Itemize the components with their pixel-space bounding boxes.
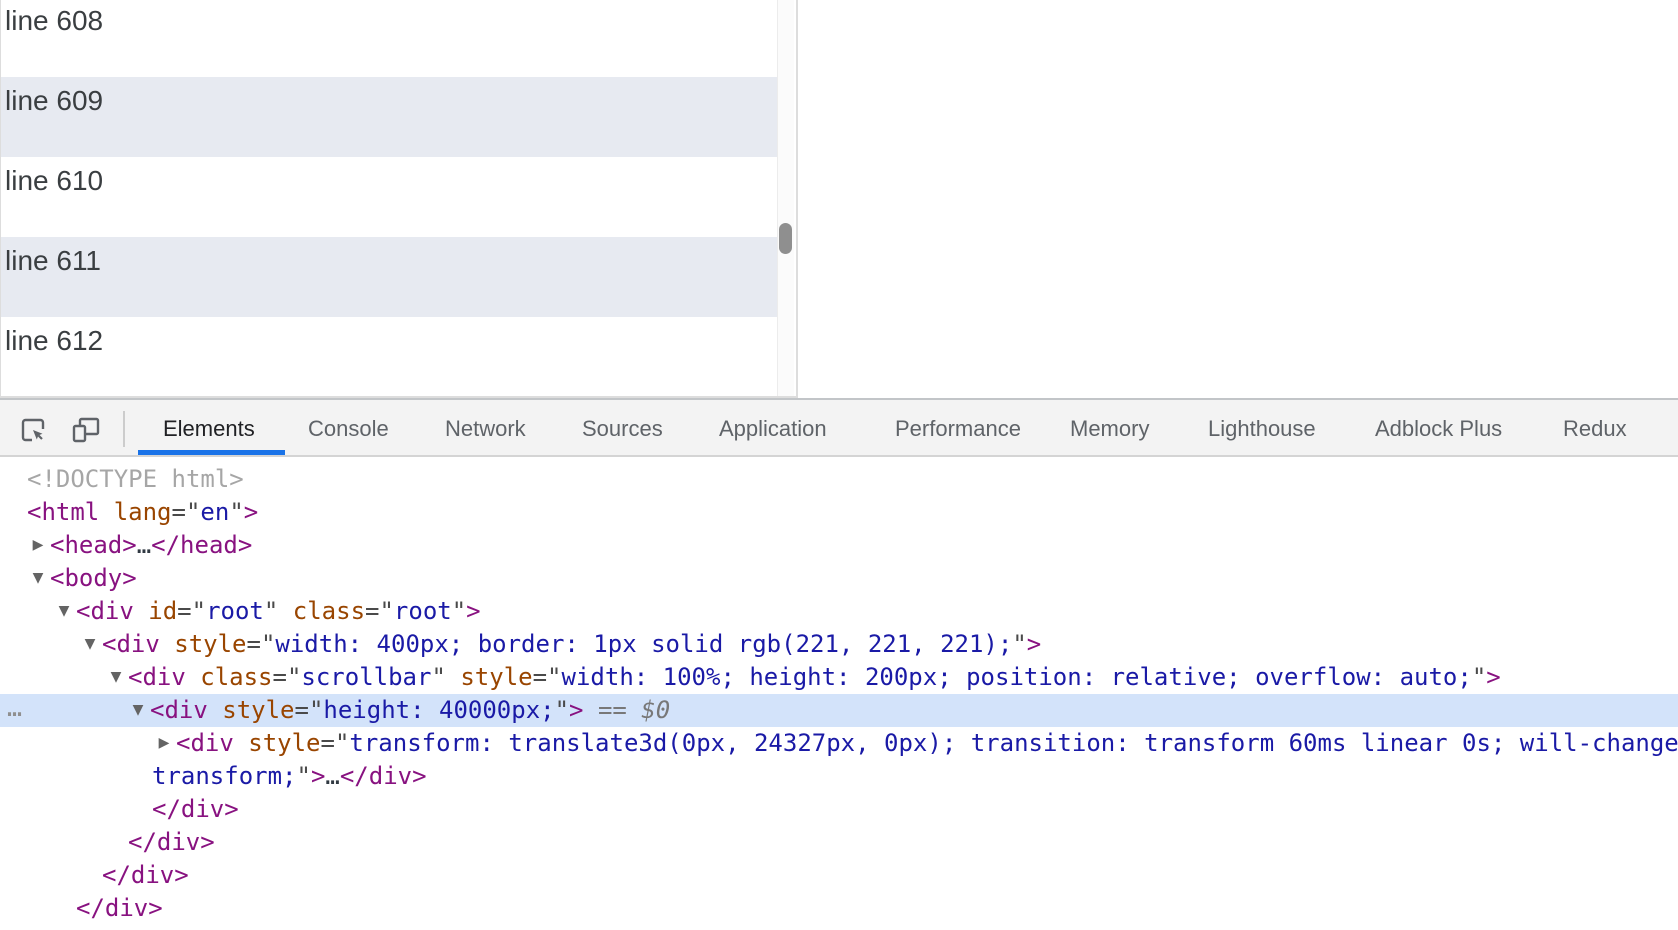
tab-application[interactable]: Application (719, 400, 827, 455)
tab-lighthouse[interactable]: Lighthouse (1208, 400, 1316, 455)
tab-console[interactable]: Console (308, 400, 389, 455)
list-item: line 609 (1, 77, 781, 157)
list-item: line 608 (1, 0, 781, 77)
demo-panel: line 608 line 609 line 610 line 611 line 612 (0, 0, 798, 398)
dom-tree-line[interactable]: ▼ <body> (0, 562, 1678, 595)
selected-tab-underline (138, 450, 285, 455)
tab-sources[interactable]: Sources (582, 400, 663, 455)
tab-performance[interactable]: Performance (895, 400, 1021, 455)
page-rows: line 608 line 609 line 610 line 611 line 612 (1, 0, 781, 396)
dom-tree-line[interactable]: <!DOCTYPE html> (0, 463, 1678, 496)
devtools-panel: Elements Console Network Sources Application… (0, 398, 1678, 930)
list-item: line 612 (1, 317, 781, 396)
collapse-arrow-icon[interactable]: ▼ (106, 661, 126, 694)
collapse-arrow-icon[interactable]: ▼ (28, 562, 48, 595)
page-area: line 608 line 609 line 610 line 611 line 612 (0, 0, 1678, 398)
dom-tree-line[interactable]: ▼ <div id="root" class="root"> (0, 595, 1678, 628)
collapse-arrow-icon[interactable]: ▼ (80, 628, 100, 661)
scrollbar-thumb[interactable] (779, 223, 792, 254)
dom-tree-line[interactable]: <html lang="en"> (0, 496, 1678, 529)
list-item: line 611 (1, 237, 781, 317)
devtools-tabs: Elements Console Network Sources Application… (0, 400, 1678, 455)
tab-memory[interactable]: Memory (1070, 400, 1149, 455)
collapse-arrow-icon[interactable]: ▼ (54, 595, 74, 628)
dom-tree-line[interactable]: </div> (0, 892, 1678, 925)
dom-tree-line[interactable]: </div> (0, 793, 1678, 826)
more-actions-icon[interactable]: … (7, 691, 22, 724)
dom-tree-line[interactable]: ▶ <div style="transform: translate3d(0px,… (0, 727, 1678, 760)
scrollbar-track[interactable] (777, 0, 794, 396)
dom-tree-line[interactable]: ▼ <div style="width: 400px; border: 1px s… (0, 628, 1678, 661)
dom-tree-line-selected[interactable]: ▼… <div style="height: 40000px;"> == $0 (0, 691, 1678, 727)
collapse-arrow-icon[interactable]: ▼ (128, 694, 148, 727)
tab-redux[interactable]: Redux (1563, 400, 1627, 455)
dom-tree-line[interactable]: </div> (0, 826, 1678, 859)
tab-adblock-plus[interactable]: Adblock Plus (1375, 400, 1502, 455)
dom-tree-line[interactable]: transform;">…</div> (0, 760, 1678, 793)
dom-tree: <!DOCTYPE html> <html lang="en"> ▶ <head>…<… (0, 457, 1678, 930)
dom-tree-line[interactable]: ▶ <head>…</head> (0, 529, 1678, 562)
expand-arrow-icon[interactable]: ▶ (154, 727, 174, 760)
tab-elements[interactable]: Elements (163, 400, 255, 455)
tab-network[interactable]: Network (445, 400, 526, 455)
dom-tree-lines: <!DOCTYPE html> <html lang="en"> ▶ <head>…<… (0, 463, 1678, 925)
dom-tree-line[interactable]: ▼ <div class="scrollbar" style="width: 10… (0, 661, 1678, 694)
list-item: line 610 (1, 157, 781, 237)
dom-tree-line[interactable]: </div> (0, 859, 1678, 892)
devtools-toolbar: Elements Console Network Sources Application… (0, 400, 1678, 457)
expand-arrow-icon[interactable]: ▶ (28, 529, 48, 562)
